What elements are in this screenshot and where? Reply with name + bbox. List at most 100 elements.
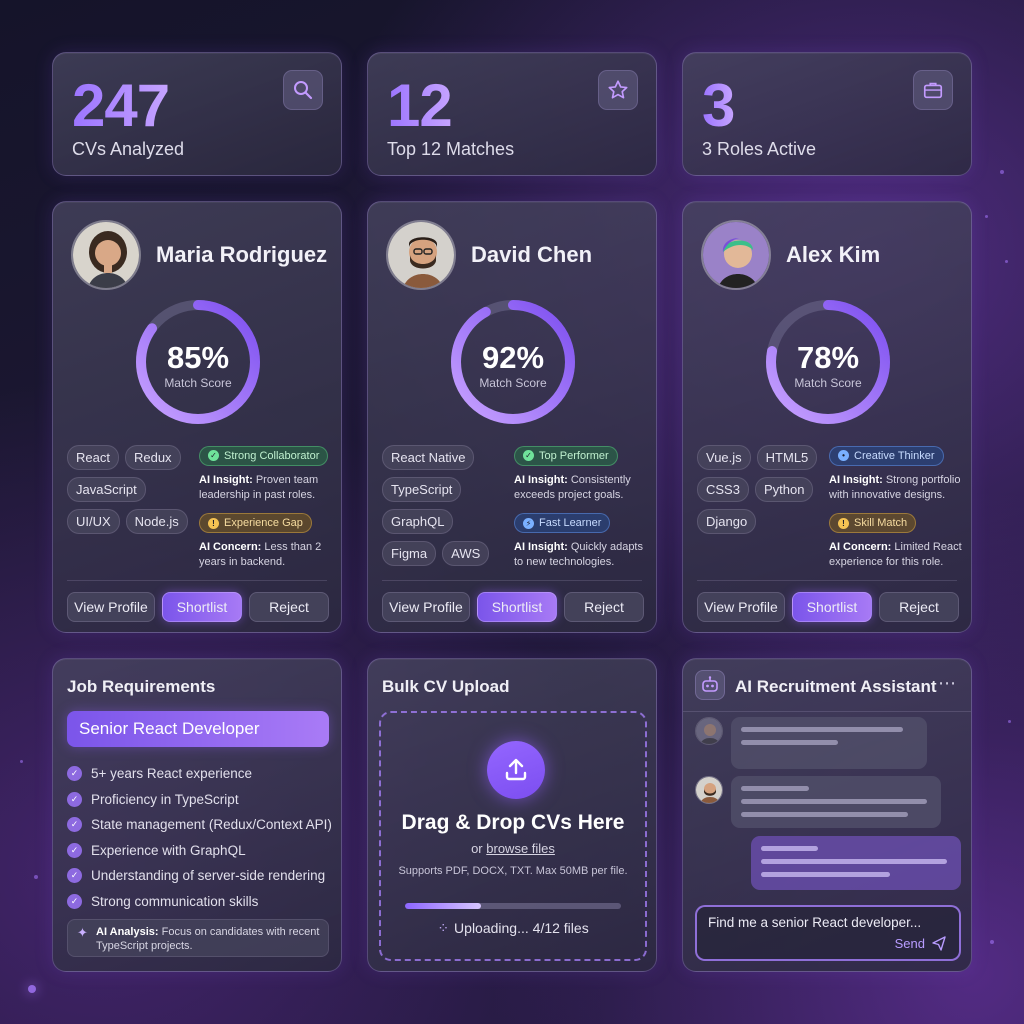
shield-warning-icon: ! [838, 517, 849, 529]
chat-message [731, 776, 941, 828]
skill-tag: React [67, 445, 119, 470]
view-profile-button[interactable]: View Profile [697, 592, 785, 622]
check-circle-icon: ✓ [67, 868, 82, 884]
card-title: AI Recruitment Assistant [735, 677, 937, 696]
skill-tags: Vue.js HTML5 CSS3 Python Django [697, 445, 821, 534]
insight-text: AI Insight: Quickly adapts to new techno… [514, 541, 643, 568]
match-score-label: Match Score [794, 376, 862, 390]
candidate-card: Alex Kim 78% Match Score Vue.js HTML5 CS… [682, 201, 972, 633]
insight-text: AI Insight: Proven team leadership in pa… [199, 473, 319, 501]
match-score-value: 85% [166, 340, 230, 375]
skill-tag: Figma [382, 541, 437, 566]
star-icon[interactable] [598, 70, 638, 110]
skill-tags: React Native TypeScript GraphQL Figma AW… [382, 445, 506, 566]
stat-label: 3 Roles Active [702, 139, 817, 159]
shortlist-button[interactable]: Shortlist [792, 592, 872, 622]
upload-progress-fill [405, 903, 481, 909]
stat-card-cvs-analyzed: 247 CVs Analyzed [52, 52, 342, 176]
lightbulb-icon: • [838, 450, 849, 461]
ai-analysis-note: ✦ AI Analysis: Focus on candidates with … [67, 919, 329, 957]
skill-tag: AWS [442, 541, 490, 566]
chat-input-value[interactable]: Find me a senior React developer... [708, 915, 921, 930]
insight-text: AI Concern: Less than 2 years in backend… [199, 541, 322, 568]
candidate-card: Maria Rodriguez 85% Match Score React Re… [52, 201, 342, 633]
more-options-icon[interactable]: ⋯ [938, 673, 957, 694]
reject-button[interactable]: Reject [249, 592, 329, 622]
chat-input[interactable]: Find me a senior React developer... Send [695, 905, 961, 961]
card-title: Job Requirements [67, 677, 216, 696]
stat-value: 3 [702, 72, 735, 139]
ai-insights: ✓ Top Performer AI Insight: Consistently … [514, 445, 654, 580]
robot-icon [695, 670, 725, 700]
requirements-list: ✓ 5+ years React experience ✓ Proficiency … [67, 761, 337, 914]
ai-insights: • Creative Thinker AI Insight: Strong por… [829, 445, 969, 580]
upload-status: ⁘ Uploading... 4/12 files [437, 920, 589, 936]
skill-tag: Vue.js [697, 445, 751, 470]
divider [67, 580, 327, 581]
shield-check-icon: ✓ [208, 450, 219, 461]
divider [683, 711, 971, 712]
shortlist-button[interactable]: Shortlist [477, 592, 557, 622]
check-circle-icon: ✓ [67, 766, 82, 782]
job-requirements-card: Job Requirements Senior React Developer … [52, 658, 342, 972]
browse-files-link[interactable]: browse files [486, 841, 555, 856]
check-circle-icon: ✓ [67, 791, 82, 807]
avatar [386, 220, 456, 290]
reject-button[interactable]: Reject [564, 592, 644, 622]
job-title[interactable]: Senior React Developer [67, 711, 329, 747]
check-circle-icon: ✓ [67, 817, 82, 833]
requirement-item: ✓ Understanding of server-side rendering [67, 863, 337, 889]
reject-button[interactable]: Reject [879, 592, 959, 622]
match-score-label: Match Score [164, 376, 232, 390]
upload-progress-bar [405, 903, 621, 909]
dropzone[interactable]: Drag & Drop CVs Here or browse files Sup… [379, 711, 647, 961]
candidate-name: Alex Kim [786, 242, 881, 267]
match-score-value: 92% [481, 340, 545, 375]
briefcase-icon[interactable] [913, 70, 953, 110]
ai-assistant-card: AI Recruitment Assistant ⋯ Find me a sen… [682, 658, 972, 972]
shortlist-button[interactable]: Shortlist [162, 592, 242, 622]
match-score-value: 78% [796, 340, 860, 375]
view-profile-button[interactable]: View Profile [67, 592, 155, 622]
requirement-item: ✓ Strong communication skills [67, 889, 337, 915]
divider [382, 580, 642, 581]
candidate-name: Maria Rodriguez [156, 242, 328, 267]
skill-tag: UI/UX [67, 509, 120, 534]
dropzone-title: Drag & Drop CVs Here [401, 811, 625, 834]
spinner-icon: ⁘ [437, 920, 450, 936]
send-button[interactable]: Send [895, 935, 947, 951]
avatar [701, 220, 771, 290]
status-badge: ! Skill Match [829, 513, 917, 533]
requirement-item: ✓ Experience with GraphQL [67, 838, 337, 864]
status-badge: ⚡ Fast Learner [514, 513, 611, 533]
divider [697, 580, 957, 581]
avatar [695, 717, 723, 745]
bulk-upload-card: Bulk CV Upload Drag & Drop CVs Here or b… [367, 658, 657, 972]
view-profile-button[interactable]: View Profile [382, 592, 470, 622]
candidate-name: David Chen [471, 242, 593, 267]
skill-tag: GraphQL [382, 509, 454, 534]
insight-text: AI Insight: Strong portfolio with innova… [829, 473, 961, 501]
skill-tag: Python [754, 477, 814, 502]
skill-tag: Redux [124, 445, 181, 470]
card-title: Bulk CV Upload [382, 677, 510, 696]
ai-insights: ✓ Strong Collaborator AI Insight: Proven … [199, 445, 339, 580]
status-badge: ! Experience Gap [199, 513, 312, 533]
shield-warning-icon: ! [208, 517, 219, 529]
stat-value: 12 [387, 72, 453, 139]
skill-tag: TypeScript [382, 477, 462, 502]
requirement-item: ✓ Proficiency in TypeScript [67, 787, 337, 813]
requirement-item: ✓ State management (Redux/Context API) [67, 812, 337, 838]
skill-tags: React Redux JavaScript UI/UX Node.js [67, 445, 191, 534]
candidate-card: David Chen 92% Match Score React Native … [367, 201, 657, 633]
dropzone-subtitle: or browse files [471, 841, 555, 856]
upload-icon[interactable] [487, 741, 545, 799]
skill-tag: CSS3 [697, 477, 749, 502]
check-circle-icon: ✓ [67, 893, 82, 909]
stat-label: Top 12 Matches [387, 139, 515, 159]
skill-tag: Node.js [125, 509, 188, 534]
insight-text: AI Concern: Limited React experience for… [829, 541, 962, 568]
avatar [71, 220, 141, 290]
search-icon[interactable] [283, 70, 323, 110]
shield-check-icon: ✓ [523, 450, 534, 461]
